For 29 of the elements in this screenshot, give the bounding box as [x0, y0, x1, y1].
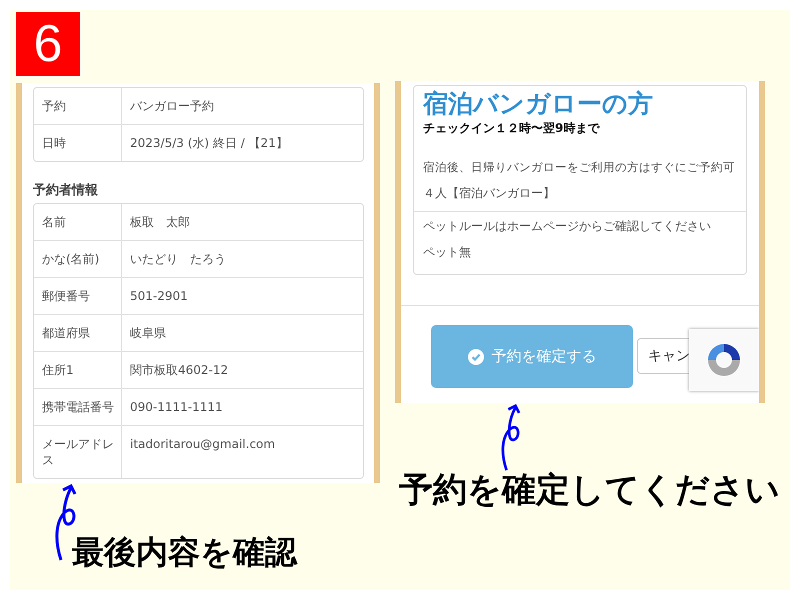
- table-label: 住所1: [34, 352, 122, 388]
- cancel-button[interactable]: キャン: [637, 338, 691, 374]
- table-value: いたどり たろう: [129, 251, 227, 268]
- table-value: 501-2901: [129, 288, 189, 305]
- table-label: 予約: [34, 88, 122, 124]
- table-value: 岐阜県: [129, 325, 167, 342]
- pet-rule-text: ペットルールはホームページからご確認してください: [423, 218, 712, 234]
- note-text: 宿泊後、日帰りバンガローをご利用の方はすぐにご予約可: [423, 159, 736, 175]
- guest-text: ４人【宿泊バンガロー】: [423, 185, 556, 201]
- table-value: 090-1111-1111: [129, 399, 224, 416]
- checkin-text: チェックイン１２時〜翌9時まで: [423, 120, 601, 137]
- plan-title: 宿泊バンガローの方: [423, 88, 654, 120]
- caption: 予約を確定してください: [399, 469, 781, 512]
- table-label: 郵便番号: [34, 278, 122, 314]
- section-title: 予約者情報: [33, 182, 99, 199]
- caption: 最後内容を確認: [72, 532, 298, 573]
- step-badge: 6: [16, 12, 80, 76]
- table-label: メールアドレス: [34, 426, 122, 478]
- table-value: 板取 太郎: [129, 214, 191, 231]
- pet-text: ペット無: [423, 244, 472, 260]
- table-label: 名前: [34, 204, 122, 240]
- table-label: 携帯電話番号: [34, 389, 122, 425]
- table-value: バンガロー予約: [129, 98, 215, 115]
- table-label: 日時: [34, 125, 122, 161]
- table-value: 2023/5/3 (水) 終日 / 【21】: [129, 135, 289, 152]
- table-label: 都道府県: [34, 315, 122, 351]
- table-value: 関市板取4602-12: [129, 362, 230, 379]
- table-value: itadoritarou@gmail.com: [129, 436, 276, 453]
- table-label: かな(名前): [34, 241, 122, 277]
